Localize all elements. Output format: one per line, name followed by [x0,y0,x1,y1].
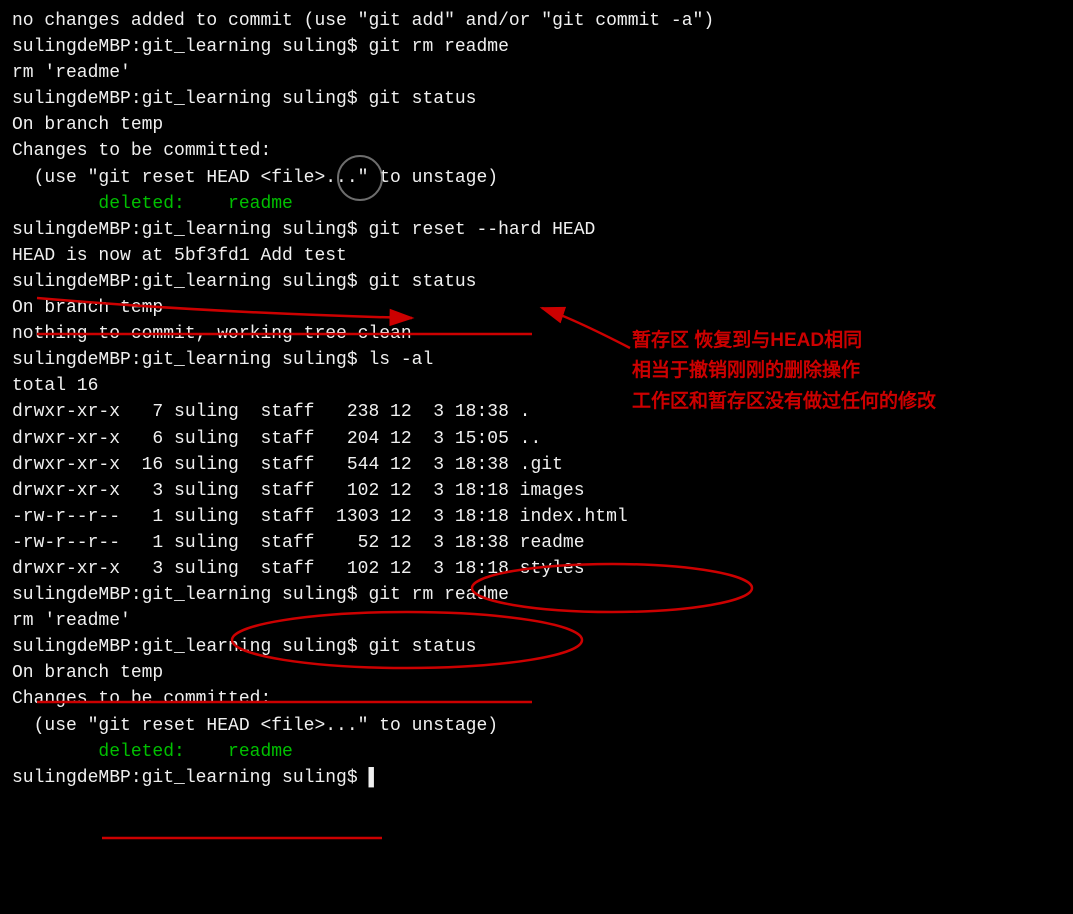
terminal-line: sulingdeMBP:git_learning suling$ git sta… [12,634,1061,660]
terminal-line: sulingdeMBP:git_learning suling$ git sta… [12,269,1061,295]
terminal-line: deleted: readme [12,739,1061,765]
terminal-line: On branch temp [12,112,1061,138]
terminal: no changes added to commit (use "git add… [12,8,1061,791]
annotation-line-2: 相当于撤销刚刚的删除操作 [632,356,936,386]
terminal-line: drwxr-xr-x 3 suling staff 102 12 3 18:18… [12,556,1061,582]
terminal-line: no changes added to commit (use "git add… [12,8,1061,34]
terminal-line: rm 'readme' [12,60,1061,86]
terminal-line: sulingdeMBP:git_learning suling$ git rm … [12,34,1061,60]
terminal-line: rm 'readme' [12,608,1061,634]
terminal-line: deleted: readme [12,191,1061,217]
terminal-line: drwxr-xr-x 6 suling staff 204 12 3 15:05… [12,426,1061,452]
terminal-line: drwxr-xr-x 3 suling staff 102 12 3 18:18… [12,478,1061,504]
terminal-line: drwxr-xr-x 16 suling staff 544 12 3 18:3… [12,452,1061,478]
terminal-line: sulingdeMBP:git_learning suling$ git res… [12,217,1061,243]
annotation-box: 暂存区 恢复到与HEAD相同 相当于撤销刚刚的删除操作 工作区和暂存区没有做过任… [632,326,936,417]
terminal-line: sulingdeMBP:git_learning suling$ ▌ [12,765,1061,791]
terminal-line: (use "git reset HEAD <file>..." to unsta… [12,165,1061,191]
terminal-line: sulingdeMBP:git_learning suling$ git sta… [12,86,1061,112]
terminal-line: Changes to be committed: [12,138,1061,164]
terminal-line: HEAD is now at 5bf3fd1 Add test [12,243,1061,269]
annotation-line-3: 工作区和暂存区没有做过任何的修改 [632,387,936,417]
terminal-line: -rw-r--r-- 1 suling staff 1303 12 3 18:1… [12,504,1061,530]
terminal-line: -rw-r--r-- 1 suling staff 52 12 3 18:38 … [12,530,1061,556]
terminal-line: sulingdeMBP:git_learning suling$ git rm … [12,582,1061,608]
terminal-line: (use "git reset HEAD <file>..." to unsta… [12,713,1061,739]
terminal-line: On branch temp [12,295,1061,321]
annotation-line-1: 暂存区 恢复到与HEAD相同 [632,326,936,356]
terminal-line: On branch temp [12,660,1061,686]
terminal-line: Changes to be committed: [12,686,1061,712]
